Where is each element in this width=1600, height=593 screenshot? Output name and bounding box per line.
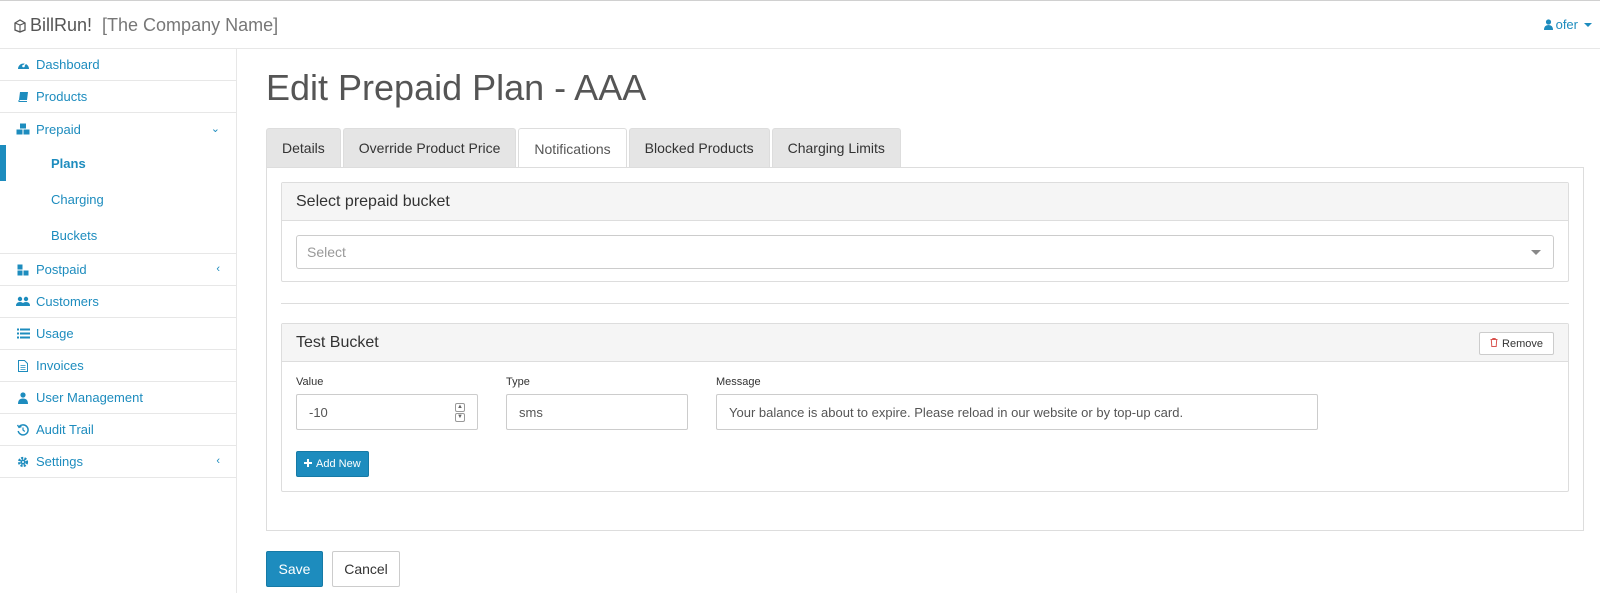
chevron-down-icon: ⌄ <box>210 123 220 135</box>
history-icon <box>16 423 30 437</box>
prepaid-submenu: Plans Charging Buckets <box>0 145 236 254</box>
list-icon <box>16 327 30 341</box>
users-icon <box>16 295 30 309</box>
dashboard-icon <box>16 58 30 72</box>
remove-button[interactable]: Remove <box>1479 332 1554 355</box>
user-name: ofer <box>1555 17 1578 32</box>
bucket-notification-panel: Test Bucket Remove Value -10 ▲ ▼ Type sm… <box>281 323 1569 492</box>
chevron-left-icon: ‹ <box>216 263 220 275</box>
spinner-down-icon[interactable]: ▼ <box>455 413 465 422</box>
tab-blocked-products[interactable]: Blocked Products <box>628 128 770 167</box>
sidebar-item-label: Audit Trail <box>36 422 94 437</box>
tab-override-product-price[interactable]: Override Product Price <box>342 128 517 167</box>
select-bucket-panel: Select prepaid bucket Select <box>281 182 1569 282</box>
spinner-up-icon[interactable]: ▲ <box>455 403 465 412</box>
sidebar-item-label: Products <box>36 89 88 104</box>
value-text: -10 <box>309 404 328 420</box>
notifications-tab-panel: Select prepaid bucket Select Test Bucket… <box>266 167 1584 531</box>
sidebar-item-postpaid[interactable]: Postpaid ‹ <box>0 254 236 286</box>
tab-notifications[interactable]: Notifications <box>518 128 627 168</box>
sidebar-subitem-charging[interactable]: Charging <box>0 181 236 217</box>
value-label: Value <box>296 376 324 388</box>
bucket-panel-title: Test Bucket Remove <box>282 324 1568 362</box>
type-text: sms <box>519 404 543 420</box>
sidebar-item-dashboard[interactable]: Dashboard <box>0 49 236 81</box>
add-new-label: Add New <box>316 458 361 470</box>
brand[interactable]: BillRun! [The Company Name] <box>13 15 278 36</box>
user-icon <box>1543 19 1553 30</box>
trash-icon <box>1490 337 1498 350</box>
remove-label: Remove <box>1502 337 1543 350</box>
user-icon <box>16 391 30 405</box>
message-input[interactable]: Your balance is about to expire. Please … <box>716 394 1318 430</box>
brand-name: BillRun! <box>30 15 93 35</box>
tab-charging-limits[interactable]: Charging Limits <box>771 128 901 167</box>
sidebar-item-invoices[interactable]: Invoices <box>0 350 236 382</box>
type-input[interactable]: sms <box>506 394 688 430</box>
user-menu[interactable]: ofer <box>1543 17 1592 32</box>
sidebar: Dashboard Products Prepaid ⌄ Plans Charg… <box>0 49 237 593</box>
sidebar-item-label: Customers <box>36 294 99 309</box>
file-icon <box>16 359 30 373</box>
add-new-button[interactable]: Add New <box>296 451 369 477</box>
sidebar-item-prepaid[interactable]: Prepaid ⌄ <box>0 113 236 145</box>
save-button[interactable]: Save <box>266 551 323 587</box>
book-icon <box>16 90 30 104</box>
sidebar-subitem-plans[interactable]: Plans <box>0 145 236 181</box>
gear-icon <box>16 455 30 469</box>
billrun-logo: BillRun! <box>13 15 92 36</box>
sidebar-item-audit-trail[interactable]: Audit Trail <box>0 414 236 446</box>
sidebar-item-label: Postpaid <box>36 262 87 277</box>
divider <box>281 303 1569 304</box>
number-spinner[interactable]: ▲ ▼ <box>455 403 465 423</box>
plus-icon <box>304 458 312 470</box>
bucket-name: Test Bucket <box>296 333 379 351</box>
sidebar-item-settings[interactable]: Settings ‹ <box>0 446 236 478</box>
top-navbar: BillRun! [The Company Name] ofer <box>0 0 1600 49</box>
sidebar-item-user-management[interactable]: User Management <box>0 382 236 414</box>
tab-details[interactable]: Details <box>266 128 341 167</box>
bucket-select[interactable]: Select <box>296 235 1554 269</box>
cubes-icon <box>16 122 30 136</box>
sidebar-item-label: Prepaid <box>36 121 81 137</box>
sidebar-subitem-buckets[interactable]: Buckets <box>0 217 236 253</box>
type-label: Type <box>506 376 530 388</box>
message-label: Message <box>716 376 761 388</box>
value-input[interactable]: -10 ▲ ▼ <box>296 394 478 430</box>
sidebar-item-label: User Management <box>36 390 143 405</box>
panel-title: Select prepaid bucket <box>282 183 1568 221</box>
sidebar-item-usage[interactable]: Usage <box>0 318 236 350</box>
company-name: [The Company Name] <box>102 15 279 35</box>
cancel-button[interactable]: Cancel <box>332 551 400 587</box>
sitemap-icon <box>16 263 30 277</box>
sidebar-item-label: Settings <box>36 454 83 469</box>
box-icon <box>14 18 26 33</box>
caret-down-icon <box>1584 22 1592 27</box>
page-title: Edit Prepaid Plan - AAA <box>266 67 647 108</box>
sidebar-item-label: Usage <box>36 326 74 341</box>
chevron-left-icon: ‹ <box>216 455 220 467</box>
select-placeholder: Select <box>307 244 346 260</box>
message-text: Your balance is about to expire. Please … <box>729 404 1184 420</box>
tab-bar: Details Override Product Price Notificat… <box>266 128 903 168</box>
sidebar-item-customers[interactable]: Customers <box>0 286 236 318</box>
sidebar-item-label: Invoices <box>36 358 84 373</box>
sidebar-item-label: Dashboard <box>36 57 100 72</box>
sidebar-item-products[interactable]: Products <box>0 81 236 113</box>
dropdown-arrow-icon <box>1531 250 1541 255</box>
